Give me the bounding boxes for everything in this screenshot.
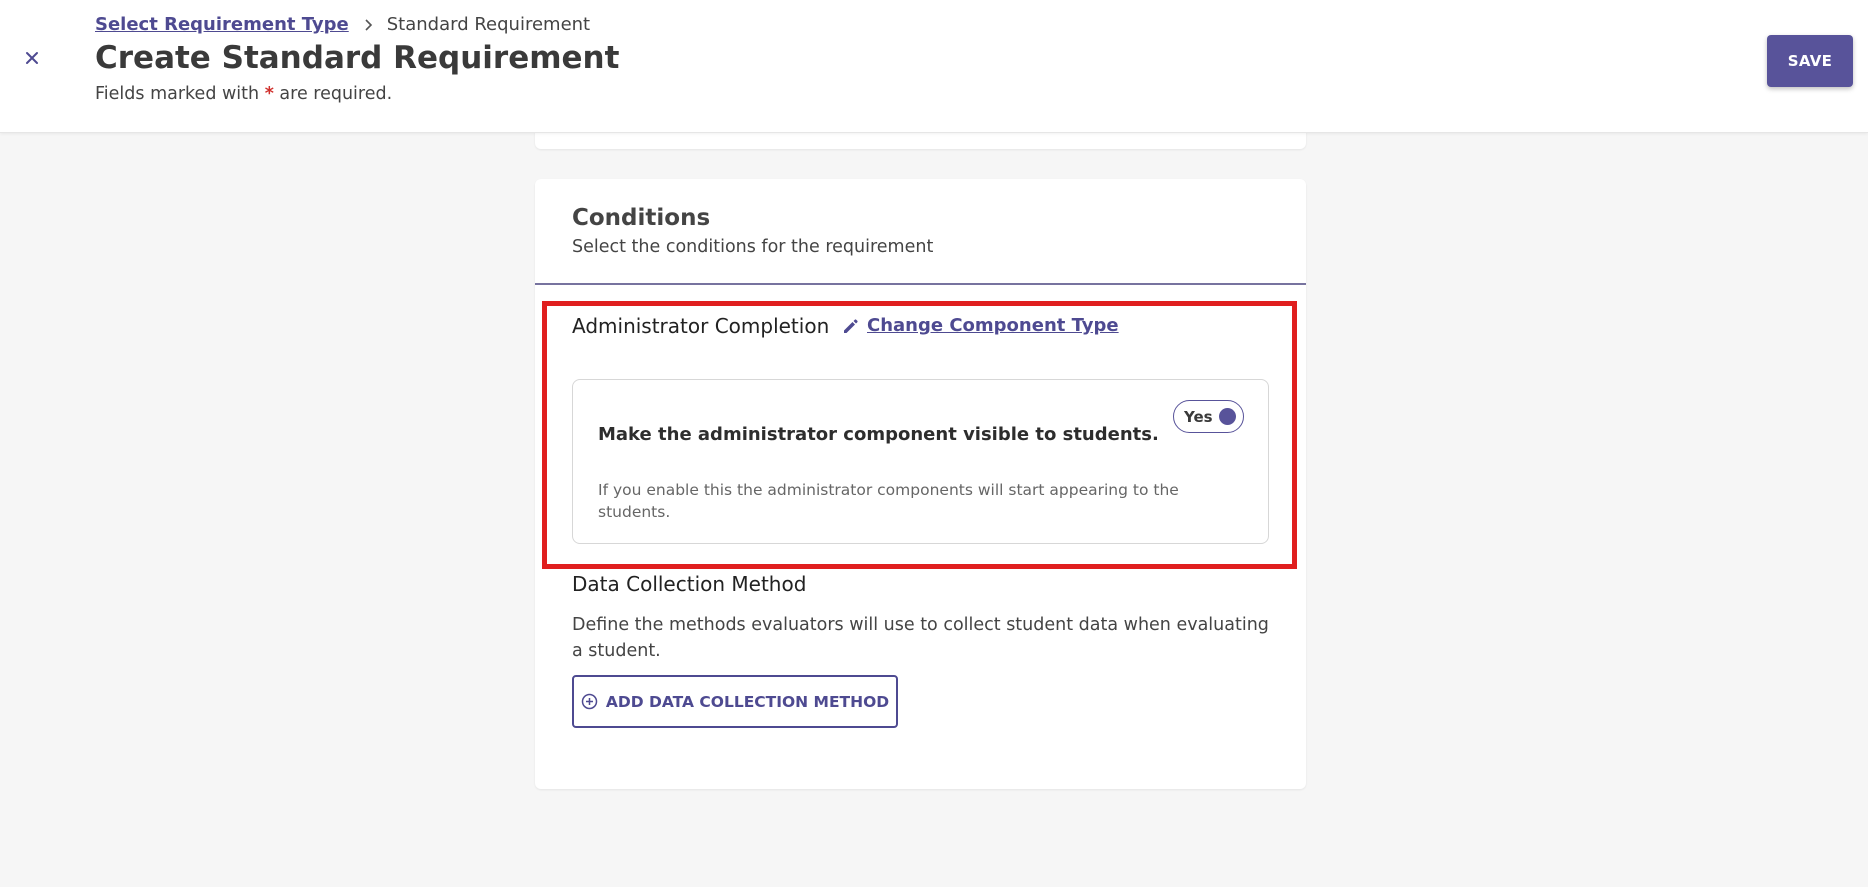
- add-data-collection-method-button[interactable]: ADD DATA COLLECTION METHOD: [572, 675, 898, 728]
- required-note-suffix: are required.: [273, 84, 393, 104]
- component-title: Administrator Completion: [572, 314, 830, 338]
- breadcrumb-current: Standard Requirement: [386, 14, 591, 35]
- required-note-prefix: Fields marked with: [95, 84, 265, 104]
- add-data-collection-method-label: ADD DATA COLLECTION METHOD: [605, 692, 890, 711]
- chevron-right-icon: [365, 18, 372, 31]
- page-title: Create Standard Requirement: [95, 40, 620, 76]
- page-header: Select Requirement Type Standard Require…: [0, 0, 1868, 133]
- data-collection-method-title: Data Collection Method: [572, 572, 807, 596]
- visibility-toggle[interactable]: Yes: [1173, 400, 1244, 433]
- required-star: *: [264, 84, 274, 104]
- add-circle-icon: [581, 693, 598, 710]
- change-component-type-link[interactable]: Change Component Type: [842, 315, 1119, 336]
- change-component-type-label: Change Component Type: [867, 315, 1119, 336]
- data-collection-method-description: Define the methods evaluators will use t…: [572, 615, 1269, 661]
- visibility-setting-description: If you enable this the administrator com…: [598, 481, 1179, 521]
- conditions-card: Conditions Select the conditions for the…: [535, 179, 1306, 789]
- save-button[interactable]: SAVE: [1767, 35, 1853, 87]
- pencil-icon: [844, 318, 858, 333]
- toggle-knob: [1219, 408, 1236, 425]
- conditions-subtitle: Select the conditions for the requiremen…: [572, 237, 934, 257]
- visibility-setting-card: Make the administrator component visible…: [572, 379, 1269, 544]
- required-fields-note: Fields marked with * are required.: [95, 84, 392, 104]
- breadcrumb: Select Requirement Type Standard Require…: [95, 14, 590, 35]
- toggle-label: Yes: [1184, 407, 1213, 426]
- conditions-title: Conditions: [572, 205, 711, 231]
- close-button[interactable]: [20, 46, 44, 70]
- breadcrumb-link-select-requirement-type[interactable]: Select Requirement Type: [95, 14, 349, 35]
- close-icon: [26, 52, 38, 64]
- section-divider: [535, 283, 1306, 285]
- visibility-setting-title: Make the administrator component visible…: [598, 424, 1159, 445]
